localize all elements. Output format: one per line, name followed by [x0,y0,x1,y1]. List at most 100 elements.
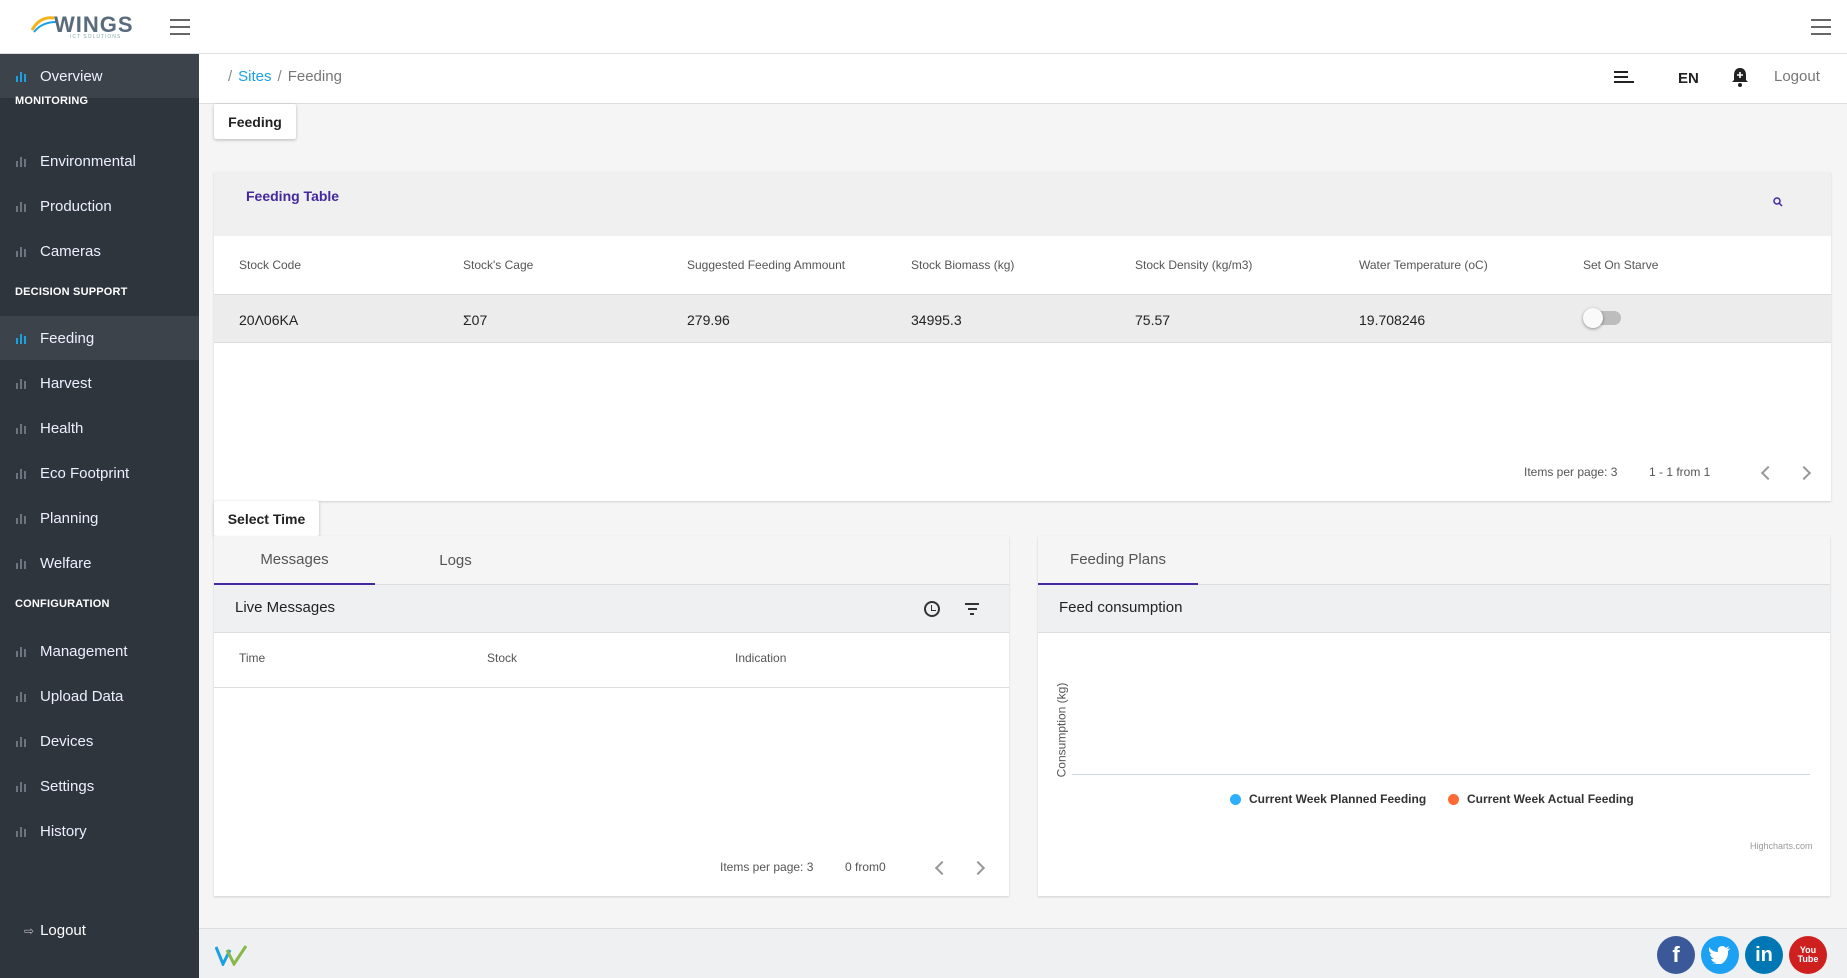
sidebar-item-cameras[interactable]: Cameras [0,229,199,273]
sidebar-item-health[interactable]: Health [0,406,199,450]
footer: f in You Tube [199,928,1847,978]
clock-icon[interactable] [924,601,940,617]
sidebar-item-label: Harvest [40,374,92,392]
sidebar-item-overview[interactable]: Overview [0,54,199,98]
facebook-icon[interactable]: f [1657,936,1695,974]
sidebar-item-settings[interactable]: Settings [0,764,199,808]
col-water-temperature[interactable]: Water Temperature (oC) [1359,258,1488,272]
table-row[interactable]: 20Λ06ΚΑ Σ07 279.96 34995.3 75.57 19.7082… [214,295,1831,343]
sidebar-item-planning[interactable]: Planning [0,496,199,540]
prev-page-icon[interactable] [1760,465,1776,481]
sidebar-item-management[interactable]: Management [0,629,199,673]
chart-bar-icon [16,246,29,257]
feeding-chip[interactable]: Feeding [214,104,296,139]
app-logo[interactable]: WINGS ICT SOLUTIONS [30,12,133,40]
live-messages-header: Live Messages [214,585,1009,633]
col-suggested-feeding[interactable]: Suggested Feeding Ammount [687,258,845,272]
starve-toggle[interactable] [1583,308,1621,328]
sidebar: Overview MONITORING Environmental Produc… [0,54,199,978]
sidebar-item-label: History [40,822,87,840]
section-decision-support: DECISION SUPPORT [15,286,128,298]
feeding-table-header: Feeding Table [214,172,1831,236]
cell-suggested-feeding: 279.96 [687,312,730,328]
chart-bar-icon [16,156,29,167]
sidebar-item-eco-footprint[interactable]: Eco Footprint [0,451,199,495]
sidebar-item-welfare[interactable]: Welfare [0,541,199,585]
messages-card: Messages Logs Live Messages Time Stock I… [214,536,1009,896]
items-per-page[interactable]: Items per page: 3 [720,860,813,874]
feeding-plans-card: Feeding Plans Feed consumption Consumpti… [1038,536,1830,896]
sidebar-logout-label: Logout [40,922,86,939]
sidebar-item-label: Environmental [40,152,136,170]
linkedin-icon[interactable]: in [1745,936,1783,974]
col-stock: Stock [487,651,518,665]
col-stock-biomass[interactable]: Stock Biomass (kg) [911,258,1014,272]
twitter-icon[interactable] [1701,936,1739,974]
select-time-button[interactable]: Select Time [214,501,319,536]
chart-bar-icon [16,378,29,389]
cell-stock-density: 75.57 [1135,312,1171,328]
tab-logs[interactable]: Logs [375,536,536,585]
list-menu-icon[interactable] [1614,71,1634,85]
col-indication: Indication [735,651,787,665]
header-logout-button[interactable]: Logout [1774,68,1820,85]
youtube-icon[interactable]: You Tube [1789,936,1827,974]
sidebar-item-label: Eco Footprint [40,464,130,482]
legend-item-actual[interactable]: Current Week Actual Feeding [1448,792,1634,806]
tab-feeding-plans[interactable]: Feeding Plans [1038,536,1198,585]
sidebar-item-label: Cameras [40,242,101,260]
notification-bell-icon[interactable] [1730,66,1750,88]
chart-bar-icon [16,781,29,792]
sidebar-item-history[interactable]: History [0,809,199,853]
breadcrumb-current: Feeding [287,68,342,85]
page-range: 1 - 1 from 1 [1649,465,1711,479]
legend-item-planned[interactable]: Current Week Planned Feeding [1230,792,1426,806]
sidebar-logout[interactable]: ⇨ Logout [24,922,86,939]
sidebar-item-label: Welfare [40,554,92,572]
top-bar: WINGS ICT SOLUTIONS [0,0,1847,54]
tab-messages[interactable]: Messages [214,536,375,585]
col-stock-cage[interactable]: Stock's Cage [463,258,533,272]
col-stock-density[interactable]: Stock Density (kg/m3) [1135,258,1252,272]
section-configuration: CONFIGURATION [15,598,110,610]
sidebar-toggle-icon[interactable] [170,19,190,35]
chart-credits[interactable]: Highcharts.com [1750,841,1813,851]
logout-icon: ⇨ [24,923,35,938]
x-axis-line [1072,774,1810,775]
chart-bar-icon [16,201,29,212]
sidebar-item-devices[interactable]: Devices [0,719,199,763]
sidebar-item-production[interactable]: Production [0,184,199,228]
chart-bar-icon [16,513,29,524]
col-stock-code[interactable]: Stock Code [239,258,301,272]
chart-bar-icon [16,691,29,702]
page-header: / Sites / Feeding EN Logout [199,54,1847,104]
chart-bar-icon [16,736,29,747]
sidebar-item-environmental[interactable]: Environmental [0,139,199,183]
breadcrumb-sites[interactable]: Sites [238,68,271,85]
divider [214,687,1009,688]
feed-consumption-title: Feed consumption [1059,599,1183,616]
sidebar-item-label: Feeding [40,329,95,347]
live-messages-title: Live Messages [235,599,336,616]
sidebar-item-harvest[interactable]: Harvest [0,361,199,405]
breadcrumb: / Sites / Feeding [228,68,342,85]
feeding-table-column-headers: Stock Code Stock's Cage Suggested Feedin… [214,236,1831,295]
chart-bar-icon [16,826,29,837]
chart-bar-icon [16,71,29,82]
sidebar-item-label: Overview [40,67,103,85]
prev-page-icon[interactable] [934,860,950,876]
menu-icon[interactable] [1811,19,1831,35]
feeding-table-card: Feeding Table Stock Code Stock's Cage Su… [214,172,1831,501]
cell-stock-code: 20Λ06ΚΑ [239,312,299,328]
filter-icon[interactable] [965,603,979,615]
sidebar-item-label: Production [40,197,112,215]
next-page-icon[interactable] [1796,465,1812,481]
next-page-icon[interactable] [970,860,986,876]
sidebar-item-feeding[interactable]: Feeding [0,316,199,360]
items-per-page[interactable]: Items per page: 3 [1524,465,1617,479]
chart-bar-icon [16,558,29,569]
language-selector[interactable]: EN [1678,70,1699,87]
legend-dot-icon [1230,793,1241,805]
search-icon[interactable] [1773,197,1783,207]
sidebar-item-upload-data[interactable]: Upload Data [0,674,199,718]
